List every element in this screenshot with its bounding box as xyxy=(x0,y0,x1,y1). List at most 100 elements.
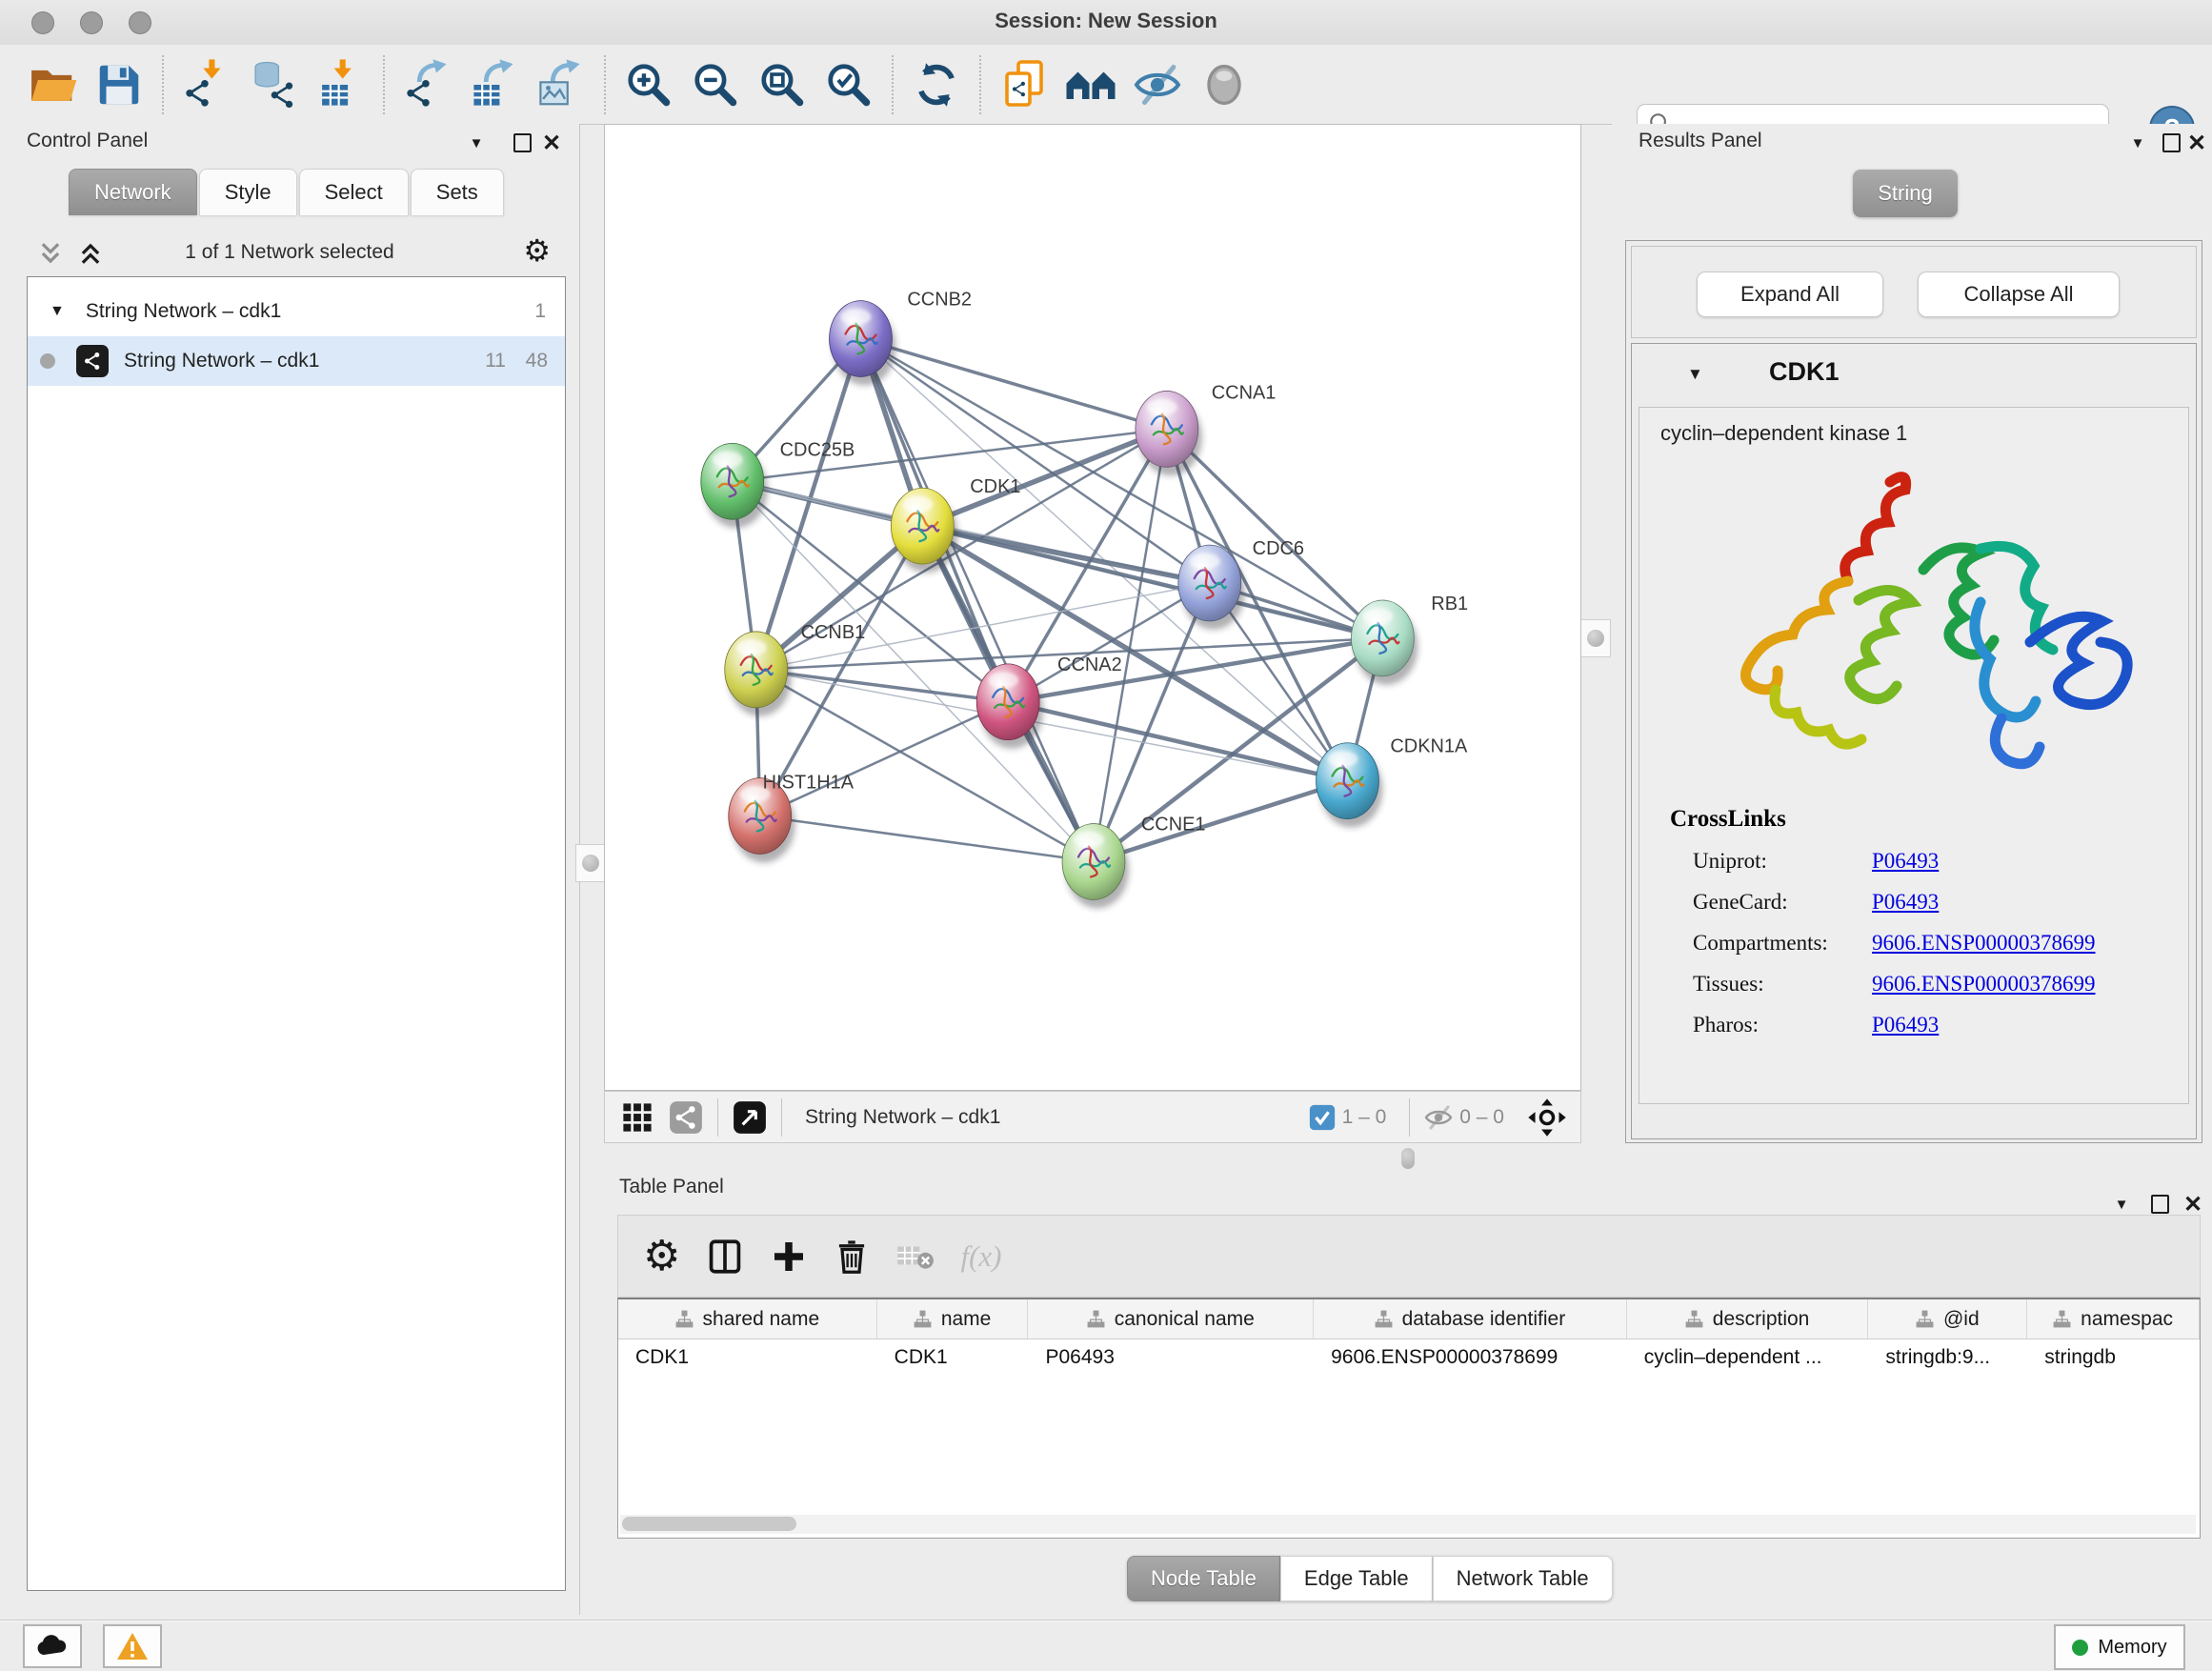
panel-menu-button[interactable]: ▼ xyxy=(2110,1193,2133,1216)
table-row[interactable]: CDK1CDK1P064939606.ENSP00000378699cyclin… xyxy=(618,1339,2200,1375)
column-header-shared-name[interactable]: shared name xyxy=(618,1299,877,1339)
hide-graphics-button[interactable] xyxy=(1130,55,1185,114)
export-table-button[interactable] xyxy=(467,55,522,114)
column-header-database-identifier[interactable]: database identifier xyxy=(1314,1299,1627,1339)
fit-content-button[interactable] xyxy=(754,55,810,114)
collection-expand-caret-icon[interactable]: ▼ xyxy=(50,303,65,320)
tab-style[interactable]: Style xyxy=(199,169,297,215)
column-header-description[interactable]: description xyxy=(1627,1299,1869,1339)
crosslink-label: Pharos: xyxy=(1693,1013,1759,1037)
network-view-canvas[interactable]: CCNB2CCNA1CDC25BCDK1CDC6RB1CCNB1CCNA2CDK… xyxy=(604,124,1581,1091)
string-network-graph[interactable]: CCNB2CCNA1CDC25BCDK1CDC6RB1CCNB1CCNA2CDK… xyxy=(605,125,1580,1090)
delete-column-button[interactable] xyxy=(833,1238,871,1276)
export-network-button[interactable] xyxy=(400,55,455,114)
results-panel: Results Panel ▼ ✕ String Expand All Coll… xyxy=(1612,124,2212,1170)
hierarchy-icon xyxy=(1685,1310,1703,1328)
open-session-button[interactable] xyxy=(25,55,80,114)
import-table-file-button[interactable] xyxy=(312,55,368,114)
tab-network[interactable]: Network xyxy=(69,169,197,215)
table-cell[interactable]: stringdb:9... xyxy=(1868,1346,2027,1369)
column-header-namespac[interactable]: namespac xyxy=(2027,1299,2200,1339)
import-network-database-button[interactable] xyxy=(246,55,301,114)
scrollbar-thumb[interactable] xyxy=(622,1517,796,1531)
right-splitter-grip[interactable] xyxy=(1580,619,1611,657)
panel-close-button[interactable]: ✕ xyxy=(540,131,563,154)
add-column-button[interactable] xyxy=(770,1238,808,1276)
table-cell[interactable]: P06493 xyxy=(1028,1346,1314,1369)
save-floppy-icon xyxy=(93,59,145,111)
table-type-tabs: Node Table Edge Table Network Table xyxy=(1127,1556,1613,1601)
panel-menu-button[interactable]: ▼ xyxy=(465,131,488,154)
table-cell[interactable]: CDK1 xyxy=(618,1346,877,1369)
cloud-status-button[interactable] xyxy=(23,1624,82,1668)
expand-all-button[interactable]: Expand All xyxy=(1697,272,1883,317)
import-network-file-button[interactable] xyxy=(179,55,234,114)
node-label: CCNA1 xyxy=(1212,382,1277,403)
collapse-all-button[interactable]: Collapse All xyxy=(1918,272,2120,317)
houses-button[interactable] xyxy=(1063,55,1118,114)
save-session-button[interactable] xyxy=(91,55,147,114)
column-header-name[interactable]: name xyxy=(877,1299,1029,1339)
crosslink-link[interactable]: 9606.ENSP00000378699 xyxy=(1872,931,2096,956)
horizontal-splitter-grip[interactable] xyxy=(1401,1148,1415,1169)
node-table: shared namenamecanonical namedatabase id… xyxy=(617,1298,2201,1539)
crosslink-link[interactable]: P06493 xyxy=(1872,1013,1939,1037)
tab-sets[interactable]: Sets xyxy=(411,169,504,215)
panel-float-button[interactable] xyxy=(2160,131,2182,154)
gene-description: cyclin–dependent kinase 1 xyxy=(1660,421,1907,446)
crosslink-link[interactable]: 9606.ENSP00000378699 xyxy=(1872,972,2096,997)
zoom-in-button[interactable] xyxy=(621,55,676,114)
grid-view-icon[interactable] xyxy=(620,1100,654,1135)
show-graphics-button[interactable] xyxy=(1196,55,1252,114)
birdseye-navigator-icon[interactable] xyxy=(1527,1097,1567,1137)
tab-node-table[interactable]: Node Table xyxy=(1127,1556,1280,1601)
node-label: CDK1 xyxy=(970,476,1020,497)
toolbar-separator xyxy=(892,55,894,114)
column-header--id[interactable]: @id xyxy=(1868,1299,2027,1339)
selected-nodes-checkbox-icon xyxy=(1308,1103,1337,1132)
panel-float-button[interactable] xyxy=(511,131,533,154)
zoom-selected-button[interactable] xyxy=(821,55,876,114)
network-list: ▼ String Network – cdk1 1 String Network… xyxy=(27,276,566,1591)
table-settings-gear-icon[interactable]: ⚙ xyxy=(643,1238,680,1276)
warnings-button[interactable] xyxy=(103,1624,162,1668)
section-collapse-caret-icon[interactable]: ▼ xyxy=(1687,365,1703,384)
zoom-out-button[interactable] xyxy=(688,55,743,114)
protein-structure-image xyxy=(1695,463,2135,787)
hidden-count-badge: 0 – 0 xyxy=(1459,1106,1504,1129)
tab-select[interactable]: Select xyxy=(299,169,409,215)
delete-table-button[interactable] xyxy=(895,1240,935,1273)
horizontal-scrollbar[interactable] xyxy=(620,1515,2196,1534)
refresh-button[interactable] xyxy=(909,55,964,114)
table-cell[interactable]: stringdb xyxy=(2027,1346,2200,1369)
network-options-gear-icon[interactable]: ⚙ xyxy=(523,233,551,268)
panel-close-button[interactable]: ✕ xyxy=(2182,1193,2204,1216)
export-image-button[interactable] xyxy=(533,55,589,114)
memory-button[interactable]: Memory xyxy=(2054,1624,2185,1670)
network-item-row[interactable]: String Network – cdk1 11 48 xyxy=(28,336,565,386)
panel-close-button[interactable]: ✕ xyxy=(2185,131,2208,154)
function-builder-button[interactable]: f(x) xyxy=(960,1239,1001,1274)
panel-menu-button[interactable]: ▼ xyxy=(2126,131,2149,154)
panel-float-button[interactable] xyxy=(2148,1193,2171,1216)
table-cell[interactable]: 9606.ENSP00000378699 xyxy=(1314,1346,1627,1369)
show-columns-button[interactable] xyxy=(705,1237,745,1277)
crosslink-label: Uniprot: xyxy=(1693,849,1767,874)
tab-edge-table[interactable]: Edge Table xyxy=(1280,1556,1433,1601)
network-collection-row[interactable]: ▼ String Network – cdk1 1 xyxy=(28,287,565,336)
tab-string[interactable]: String xyxy=(1853,170,1958,217)
left-splitter-grip[interactable] xyxy=(575,844,606,882)
table-cell[interactable]: cyclin–dependent ... xyxy=(1627,1346,1869,1369)
main-toolbar: ? xyxy=(0,45,2212,125)
crosslink-link[interactable]: P06493 xyxy=(1872,890,1939,915)
network-share-view-icon[interactable] xyxy=(668,1099,704,1136)
gene-section-header[interactable]: ▼ CDK1 xyxy=(1632,344,2196,407)
crosslink-link[interactable]: P06493 xyxy=(1872,849,1939,874)
open-in-new-window-icon[interactable] xyxy=(732,1099,768,1136)
tab-network-table[interactable]: Network Table xyxy=(1433,1556,1613,1601)
column-header-canonical-name[interactable]: canonical name xyxy=(1028,1299,1314,1339)
hierarchy-icon xyxy=(914,1310,932,1328)
hierarchy-icon xyxy=(1375,1310,1393,1328)
clone-network-button[interactable] xyxy=(996,55,1052,114)
table-cell[interactable]: CDK1 xyxy=(877,1346,1029,1369)
